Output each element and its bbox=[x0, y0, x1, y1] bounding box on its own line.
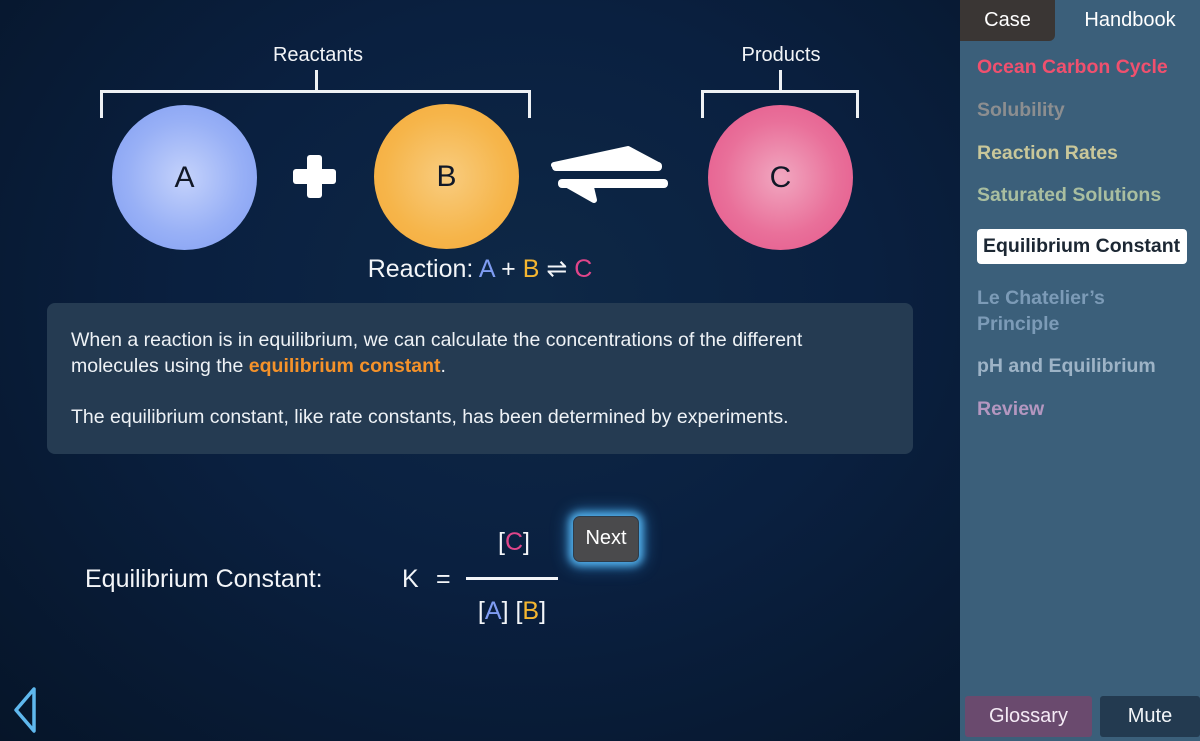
numerator-c: C bbox=[504, 528, 524, 556]
reaction-prefix: Reaction: bbox=[367, 255, 479, 283]
bracket-close: ] bbox=[523, 528, 530, 556]
next-button[interactable]: Next bbox=[573, 516, 639, 562]
molecule-c-label: C bbox=[769, 160, 792, 194]
sidebar: Case Handbook Ocean Carbon Cycle Solubil… bbox=[960, 0, 1200, 741]
equation-k: K bbox=[402, 565, 419, 593]
reaction-plus: + bbox=[494, 255, 523, 283]
reactants-label: Reactants bbox=[272, 44, 364, 66]
mute-button[interactable]: Mute bbox=[1100, 696, 1200, 737]
sidebar-item-saturated-solutions[interactable]: Saturated Solutions bbox=[977, 182, 1161, 208]
reaction-b: B bbox=[522, 255, 540, 283]
molecule-a-label: A bbox=[174, 160, 195, 194]
molecule-b-label: B bbox=[436, 159, 457, 193]
bracket-open: [ bbox=[498, 528, 505, 556]
tab-case[interactable]: Case bbox=[960, 0, 1055, 41]
bracket-close: ] bbox=[501, 597, 509, 625]
reaction-equation: Reaction: A + B ⇌ C bbox=[0, 254, 960, 284]
glossary-button[interactable]: Glossary bbox=[965, 696, 1092, 737]
equation-equals: = bbox=[436, 565, 451, 593]
tab-handbook[interactable]: Handbook bbox=[1060, 0, 1200, 41]
sidebar-item-reaction-rates[interactable]: Reaction Rates bbox=[977, 140, 1118, 166]
equilibrium-constant-highlight: equilibrium constant bbox=[248, 355, 441, 377]
sidebar-item-review[interactable]: Review bbox=[977, 396, 1044, 422]
denominator-a: A bbox=[484, 597, 502, 625]
fraction-numerator: [C] bbox=[470, 528, 558, 557]
molecule-b: B bbox=[374, 104, 519, 249]
reaction-c: C bbox=[574, 255, 593, 283]
fraction-bar bbox=[466, 577, 558, 580]
fraction-denominator: [A] [B] bbox=[466, 597, 558, 626]
plus-icon bbox=[293, 155, 336, 198]
molecule-c: C bbox=[708, 105, 853, 250]
info-box: When a reaction is in equilibrium, we ca… bbox=[47, 303, 913, 454]
sidebar-item-ocean-carbon-cycle[interactable]: Ocean Carbon Cycle bbox=[977, 54, 1168, 80]
products-label: Products bbox=[741, 44, 821, 66]
back-triangle-icon[interactable] bbox=[12, 686, 40, 734]
equation-label: Equilibrium Constant: bbox=[85, 565, 323, 593]
reaction-arrow: ⇌ bbox=[539, 255, 575, 283]
forward-arrow-shaft bbox=[552, 162, 662, 171]
reaction-a: A bbox=[478, 255, 495, 283]
info-paragraph-2: The equilibrium constant, like rate cons… bbox=[71, 406, 789, 428]
molecule-a: A bbox=[112, 105, 257, 250]
info-paragraph-1: When a reaction is in equilibrium, we ca… bbox=[71, 327, 889, 379]
lesson-stage: Reactants Products A B C Reaction: A + B… bbox=[0, 0, 960, 741]
bracket-open: [ bbox=[477, 597, 485, 625]
sidebar-item-ph-and-equilibrium[interactable]: pH and Equilibrium bbox=[977, 353, 1156, 379]
denominator-b: B bbox=[522, 597, 540, 625]
info-text-end: . bbox=[440, 355, 446, 377]
reverse-arrow bbox=[561, 180, 597, 203]
equilibrium-arrows-icon bbox=[551, 146, 668, 203]
bracket-close: ] bbox=[539, 597, 547, 625]
sidebar-item-solubility[interactable]: Solubility bbox=[977, 97, 1065, 123]
sidebar-item-le-chateliers-principle[interactable]: Le Chatelier’s Principle bbox=[977, 285, 1177, 337]
sidebar-item-equilibrium-constant[interactable]: Equilibrium Constant bbox=[977, 229, 1187, 264]
